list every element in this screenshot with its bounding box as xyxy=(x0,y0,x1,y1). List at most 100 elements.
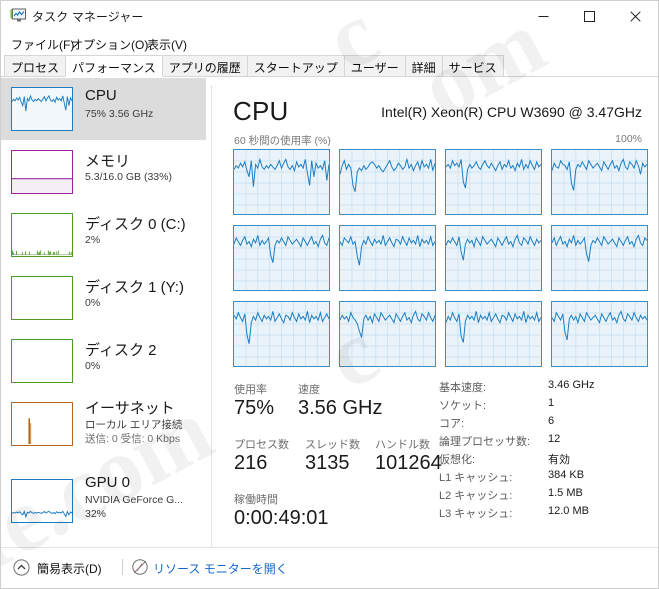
sidebar-item-title: メモリ xyxy=(85,153,131,170)
speed-label: 速度 xyxy=(298,384,320,396)
sidebar-item-detail-1: ローカル エリア接続 xyxy=(85,419,183,431)
processes-label: プロセス数 xyxy=(234,439,289,451)
sidebar-item-3[interactable]: ディスク 1 (Y:) 0% xyxy=(1,267,206,329)
sidebar-item-detail-1: 0% xyxy=(85,297,101,309)
sidebar-item-6[interactable]: GPU 0 NVIDIA GeForce G... 32% xyxy=(1,470,206,532)
chevron-up-icon[interactable] xyxy=(13,559,30,576)
spec-key-0: 基本速度: xyxy=(439,382,487,394)
tab-4[interactable]: ユーザー xyxy=(343,55,406,77)
disk2-thumbnail xyxy=(11,339,73,383)
gpu-thumbnail xyxy=(11,479,73,523)
speed-value: 3.56 GHz xyxy=(298,397,383,419)
menu-item-options[interactable]: オプション(O) xyxy=(68,35,151,54)
sidebar-item-1[interactable]: メモリ 5.3/16.0 GB (33%) xyxy=(1,141,206,203)
tab-strip: プロセス パフォーマンス アプリの履歴 スタートアップ ユーザー 詳細 サービス xyxy=(1,55,658,77)
sidebar-item-5[interactable]: イーサネットローカル エリア接続 送信: 0 受信: 0 Kbps xyxy=(1,393,206,455)
task-manager-window: タスク マネージャー ファイル(F) オプション(O) 表示(V) プロセス パフ… xyxy=(0,0,659,589)
sidebar-item-title: ディスク 1 (Y:) xyxy=(85,279,184,296)
threads-label: スレッド数 xyxy=(305,439,360,451)
status-bar: 簡易表示(D) リソース モニターを開く xyxy=(1,547,658,588)
utilization-label: 使用率 xyxy=(234,384,267,396)
graph-caption-right: 100% xyxy=(615,133,642,145)
resource-sidebar[interactable]: CPU 75% 3.56 GHz メモリ 5.3/16.0 GB (33%) ディスク … xyxy=(1,78,212,547)
maximize-button[interactable] xyxy=(566,1,612,32)
status-bar-separator xyxy=(122,559,123,575)
cpu-thumbnail xyxy=(11,87,73,131)
handles-value: 101264 xyxy=(375,452,442,474)
close-button[interactable] xyxy=(612,1,658,32)
spec-value-0: 3.46 GHz xyxy=(548,379,595,391)
panel-heading: CPU xyxy=(233,96,289,126)
spec-key-7: L3 キャッシュ: xyxy=(439,508,513,520)
menu-item-file[interactable]: ファイル(F) xyxy=(8,35,77,54)
spec-value-2: 6 xyxy=(548,415,555,427)
open-resource-monitor-link[interactable]: リソース モニターを開く xyxy=(153,560,288,577)
threads-value: 3135 xyxy=(305,452,350,474)
disk0-thumbnail xyxy=(11,213,73,257)
utilization-value: 75% xyxy=(234,397,275,419)
menu-item-view[interactable]: 表示(V) xyxy=(144,35,190,54)
spec-value-3: 12 xyxy=(548,433,561,445)
cpu-graph-0[interactable] xyxy=(233,149,330,215)
tab-1[interactable]: パフォーマンス xyxy=(65,55,163,77)
sidebar-item-title: GPU 0 xyxy=(85,474,131,491)
uptime-value: 0:00:49:01 xyxy=(234,507,329,529)
cpu-graph-6[interactable] xyxy=(445,225,542,291)
spec-value-1: 1 xyxy=(548,397,555,409)
sidebar-item-4[interactable]: ディスク 2 0% xyxy=(1,330,206,392)
cpu-graph-11[interactable] xyxy=(551,301,648,367)
spec-value-4: 有効 xyxy=(548,454,570,466)
cpu-graph-10[interactable] xyxy=(445,301,542,367)
spec-value-5: 384 KB xyxy=(548,469,585,481)
sidebar-item-title: ディスク 2 xyxy=(85,342,157,359)
spec-key-2: コア: xyxy=(439,418,465,430)
cpu-graph-3[interactable] xyxy=(551,149,648,215)
sidebar-item-detail-1: 0% xyxy=(85,360,101,372)
sidebar-item-detail-1: 2% xyxy=(85,234,101,246)
sidebar-item-detail-2: 32% xyxy=(85,508,107,520)
spec-value-7: 12.0 MB xyxy=(548,505,589,517)
fewer-details-button[interactable]: 簡易表示(D) xyxy=(37,560,102,577)
memory-thumbnail xyxy=(11,150,73,194)
cpu-graph-2[interactable] xyxy=(445,149,542,215)
tab-3[interactable]: スタートアップ xyxy=(246,55,345,77)
cpu-detail-panel: CPU Intel(R) Xeon(R) CPU W3690 @ 3.47GHz… xyxy=(212,78,658,547)
spec-key-3: 論理プロセッサ数: xyxy=(439,436,531,448)
graph-caption-left: 60 秒間の使用率 (%) xyxy=(234,135,331,147)
uptime-label: 稼働時間 xyxy=(234,494,278,506)
title-bar: タスク マネージャー xyxy=(1,1,658,32)
sidebar-item-title: ディスク 0 (C:) xyxy=(85,216,186,233)
spec-key-6: L2 キャッシュ: xyxy=(439,490,513,502)
cpu-graph-9[interactable] xyxy=(339,301,436,367)
resource-monitor-icon[interactable] xyxy=(132,559,148,575)
cpu-graph-7[interactable] xyxy=(551,225,648,291)
spec-key-1: ソケット: xyxy=(439,400,487,412)
tab-6[interactable]: サービス xyxy=(441,55,504,77)
disk1-thumbnail xyxy=(11,276,73,320)
cpu-graph-1[interactable] xyxy=(339,149,436,215)
processes-value: 216 xyxy=(234,452,268,474)
sidebar-item-title: CPU xyxy=(85,87,117,104)
menu-bar: ファイル(F) オプション(O) 表示(V) xyxy=(1,32,658,54)
logical-processor-grid[interactable] xyxy=(233,149,648,367)
minimize-button[interactable] xyxy=(520,1,566,32)
sidebar-item-0[interactable]: CPU 75% 3.56 GHz xyxy=(1,78,206,140)
tab-2[interactable]: アプリの履歴 xyxy=(161,55,248,77)
tab-0[interactable]: プロセス xyxy=(4,55,67,77)
sidebar-item-title: イーサネット xyxy=(85,400,175,417)
spec-value-6: 1.5 MB xyxy=(548,487,583,499)
window-title: タスク マネージャー xyxy=(32,10,144,24)
task-manager-icon xyxy=(10,8,27,23)
spec-key-4: 仮想化: xyxy=(439,454,476,466)
cpu-graph-8[interactable] xyxy=(233,301,330,367)
cpu-graph-4[interactable] xyxy=(233,225,330,291)
sidebar-item-detail-1: 75% 3.56 GHz xyxy=(85,108,154,120)
cpu-model-name: Intel(R) Xeon(R) CPU W3690 @ 3.47GHz xyxy=(381,104,642,120)
cpu-graph-5[interactable] xyxy=(339,225,436,291)
sidebar-item-detail-2: 送信: 0 受信: 0 Kbps xyxy=(85,433,181,445)
sidebar-item-2[interactable]: ディスク 0 (C:) 2% xyxy=(1,204,206,266)
ethernet-thumbnail xyxy=(11,402,73,446)
sidebar-item-detail-1: 5.3/16.0 GB (33%) xyxy=(85,171,172,183)
spec-key-5: L1 キャッシュ: xyxy=(439,472,513,484)
tab-5[interactable]: 詳細 xyxy=(404,55,443,77)
